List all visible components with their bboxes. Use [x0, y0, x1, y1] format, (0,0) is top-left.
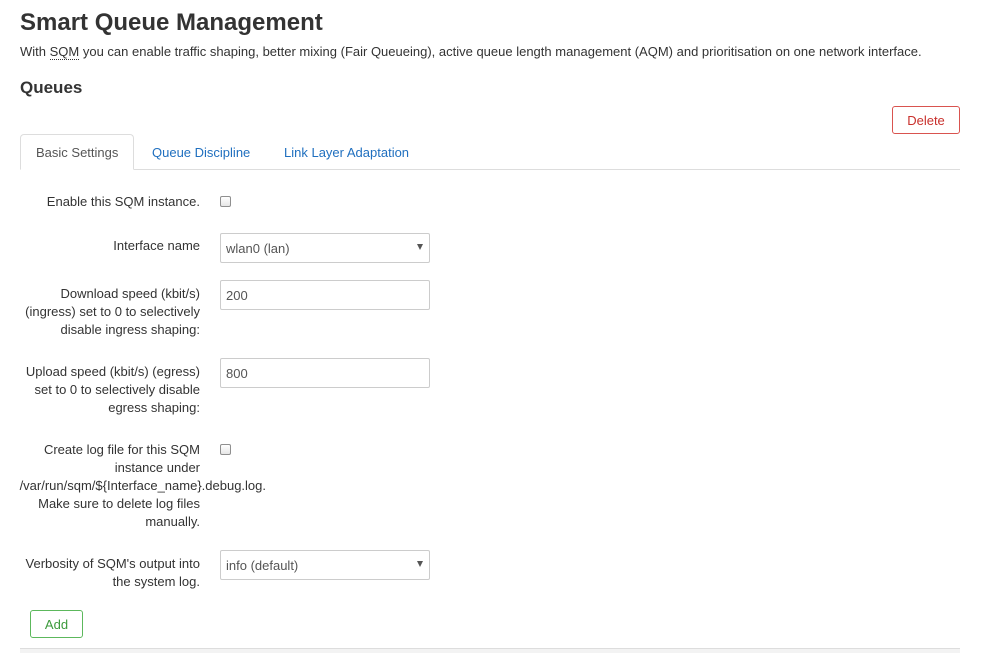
download-speed-label: Download speed (kbit/s) (ingress) set to…	[25, 285, 200, 339]
chevron-down-icon	[417, 244, 423, 250]
verbosity-select-value: info (default)	[226, 557, 299, 573]
download-speed-input[interactable]: 200	[220, 280, 430, 310]
upload-speed-value: 800	[226, 365, 248, 381]
page-title: Smart Queue Management	[20, 9, 323, 36]
verbosity-label-line: the system log.	[112, 574, 200, 589]
page-description: With SQM you can enable traffic shaping,…	[20, 44, 922, 60]
section-footer-shade	[20, 649, 960, 653]
upload-speed-label: Upload speed (kbit/s) (egress) set to 0 …	[26, 363, 200, 417]
upload-speed-input[interactable]: 800	[220, 358, 430, 388]
upload-label-line: set to 0 to selectively disable	[34, 382, 200, 397]
enable-label: Enable this SQM instance.	[46, 194, 200, 209]
description-suffix: you can enable traffic shaping, better m…	[79, 44, 922, 59]
logfile-label-line: manually.	[145, 514, 200, 529]
logfile-label-line: /var/run/sqm/${Interface_name}.debug.log…	[19, 478, 266, 493]
chevron-down-icon	[417, 561, 423, 567]
description-prefix: With	[20, 44, 50, 59]
download-label-line: (ingress) set to 0 to selectively	[25, 304, 200, 319]
verbosity-label: Verbosity of SQM's output into the syste…	[26, 555, 200, 591]
section-title-queues: Queues	[20, 78, 83, 97]
interface-label: Interface name	[113, 238, 200, 253]
interface-select-value: wlan0 (lan)	[226, 240, 290, 256]
logfile-checkbox[interactable]	[220, 444, 231, 455]
upload-label-line: Upload speed (kbit/s) (egress)	[25, 364, 200, 379]
logfile-label: Create log file for this SQM instance un…	[0, 441, 266, 531]
tab-basic-settings[interactable]: Basic Settings	[20, 134, 135, 170]
logfile-label-line: Create log file for this SQM	[43, 442, 200, 457]
logfile-label-line: Make sure to delete log files	[38, 496, 200, 511]
add-button[interactable]: Add	[30, 610, 83, 638]
download-label-line: Download speed (kbit/s)	[60, 286, 200, 301]
delete-button[interactable]: Delete	[892, 106, 960, 134]
verbosity-label-line: Verbosity of SQM's output into	[25, 556, 200, 571]
enable-checkbox[interactable]	[220, 196, 231, 207]
interface-select[interactable]: wlan0 (lan)	[220, 233, 430, 263]
download-speed-value: 200	[226, 287, 248, 303]
upload-label-line: egress shaping:	[108, 400, 200, 415]
logfile-label-line: instance under	[114, 460, 200, 475]
verbosity-select[interactable]: info (default)	[220, 550, 430, 580]
tab-link-layer-adaptation[interactable]: Link Layer Adaptation	[269, 134, 424, 170]
sqm-page: Smart Queue Management With SQM you can …	[0, 0, 996, 653]
sqm-abbreviation: SQM	[49, 44, 80, 60]
tab-queue-discipline[interactable]: Queue Discipline	[137, 134, 265, 170]
download-label-line: disable ingress shaping:	[60, 322, 200, 337]
